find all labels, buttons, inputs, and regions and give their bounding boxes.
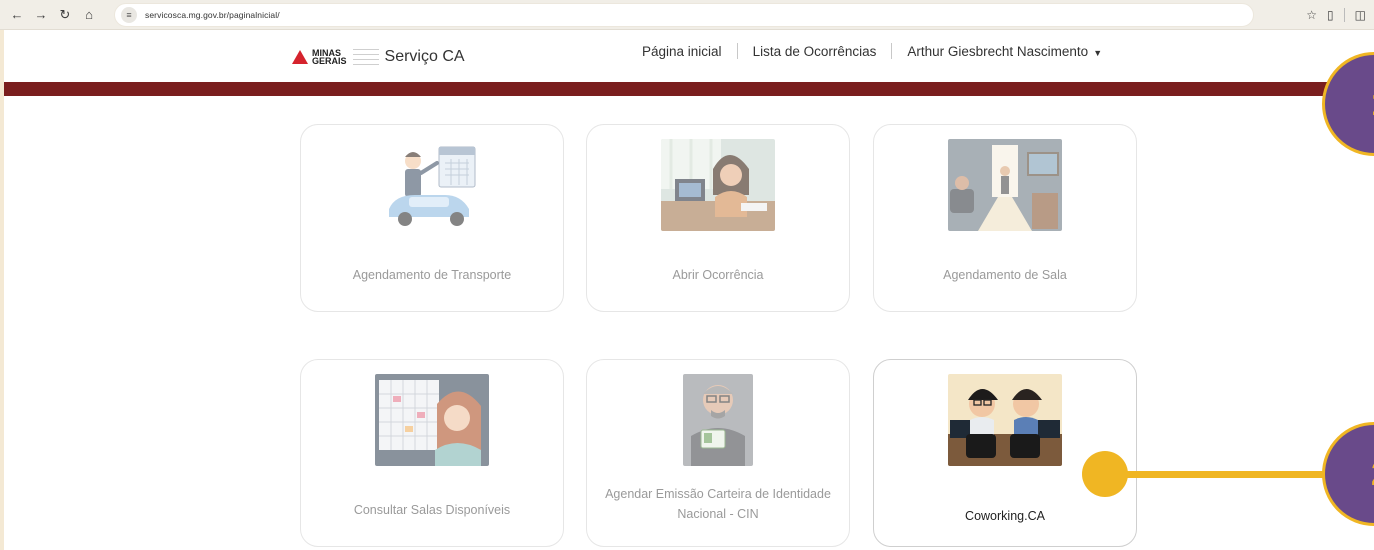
card-label: Coworking.CA — [965, 509, 1045, 523]
card-label: Agendamento de Transporte — [352, 268, 512, 282]
site-title: Serviço CA — [384, 48, 465, 65]
card-room-scheduling[interactable]: Agendamento de Sala — [873, 124, 1137, 312]
forward-icon[interactable]: → — [30, 4, 52, 26]
page-content: MINAS GERAIS Serviço CA Página inicial L… — [0, 30, 1374, 550]
card-open-ticket[interactable]: Abrir Ocorrência — [586, 124, 850, 312]
caret-down-icon: ▼ — [1093, 47, 1103, 58]
home-icon[interactable]: ⌂ — [78, 4, 100, 26]
card-transport-scheduling[interactable]: Agendamento de Transporte — [300, 124, 564, 312]
nav-user-menu[interactable]: Arthur Giesbrecht Nascimento ▼ — [907, 44, 1102, 59]
top-nav: Página inicial Lista de Ocorrências Arth… — [642, 43, 1102, 59]
logo-lines-icon — [352, 49, 379, 65]
annotation-pointer-line — [1102, 471, 1330, 478]
card-available-rooms[interactable]: Consultar Salas Disponíveis — [300, 359, 564, 547]
transport-scheduling-illustration — [375, 139, 489, 231]
logo-line-2: GERAIS — [312, 56, 347, 66]
nav-home[interactable]: Página inicial — [642, 44, 722, 59]
logo-triangle-icon — [292, 50, 308, 64]
extensions-icon[interactable]: ▯ — [1327, 8, 1334, 22]
user-name: Arthur Giesbrecht Nascimento — [907, 43, 1089, 59]
card-label: Agendar Emissão Carteira de Identidade N… — [605, 487, 831, 521]
nav-divider — [891, 43, 893, 59]
coworking-illustration — [948, 374, 1062, 466]
open-ticket-illustration — [661, 139, 775, 231]
address-bar[interactable]: ≡ servicosca.mg.gov.br/paginalnicial/ — [114, 3, 1254, 27]
site-info-icon[interactable]: ≡ — [121, 7, 137, 23]
star-icon[interactable]: ☆ — [1306, 8, 1317, 22]
toolbar-divider — [1343, 8, 1345, 22]
browser-toolbar: ← → ↻ ⌂ ≡ servicosca.mg.gov.br/paginalni… — [0, 0, 1374, 30]
room-scheduling-illustration — [948, 139, 1062, 231]
reload-icon[interactable]: ↻ — [54, 4, 76, 26]
id-card-illustration — [683, 374, 753, 466]
available-rooms-illustration — [375, 374, 489, 466]
back-icon[interactable]: ← — [6, 4, 28, 26]
url-text[interactable]: servicosca.mg.gov.br/paginalnicial/ — [145, 10, 280, 20]
sidebar-icon[interactable]: ◫ — [1355, 8, 1366, 22]
annotation-marker-2: 2 — [1322, 422, 1374, 526]
site-header: MINAS GERAIS Serviço CA Página inicial L… — [4, 30, 1374, 82]
header-band — [4, 82, 1374, 96]
card-label: Abrir Ocorrência — [672, 268, 764, 282]
nav-occurrences-list[interactable]: Lista de Ocorrências — [753, 44, 877, 59]
minas-gerais-logo[interactable]: MINAS GERAIS Serviço CA — [292, 48, 465, 66]
annotation-pointer-dot — [1082, 451, 1128, 497]
card-id-card-scheduling[interactable]: Agendar Emissão Carteira de Identidade N… — [586, 359, 850, 547]
nav-divider — [736, 43, 738, 59]
card-label: Consultar Salas Disponíveis — [353, 503, 511, 517]
card-label: Agendamento de Sala — [943, 268, 1067, 282]
